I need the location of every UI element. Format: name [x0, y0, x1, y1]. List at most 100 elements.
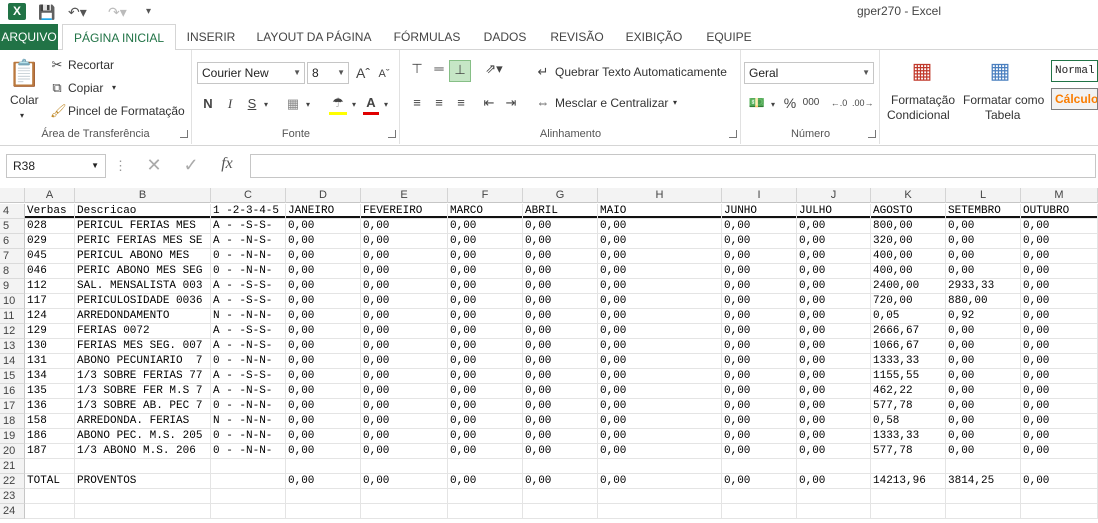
- cell-l5[interactable]: 0,00: [946, 219, 1021, 234]
- paste-dropdown-icon[interactable]: ▾: [20, 108, 24, 124]
- decrease-font-icon[interactable]: Aˇ: [377, 65, 391, 83]
- cell-m9[interactable]: 0,00: [1021, 279, 1098, 294]
- cell-j13[interactable]: 0,00: [797, 339, 871, 354]
- cell-d12[interactable]: 0,00: [286, 324, 361, 339]
- cell-k22[interactable]: 14213,96: [871, 474, 946, 489]
- formula-input[interactable]: [250, 154, 1096, 178]
- cell-d23[interactable]: [286, 489, 361, 504]
- cell-i18[interactable]: 0,00: [722, 414, 797, 429]
- cell-a14[interactable]: 131: [25, 354, 75, 369]
- cell-e9[interactable]: 0,00: [361, 279, 448, 294]
- paste-button[interactable]: Colar: [10, 92, 39, 108]
- cell-m15[interactable]: 0,00: [1021, 369, 1098, 384]
- merge-dropdown-icon[interactable]: ▾: [673, 95, 677, 111]
- font-size-select[interactable]: 8 ▼: [307, 62, 349, 84]
- row-header[interactable]: 22: [0, 474, 25, 489]
- cell-i4[interactable]: JUNHO: [722, 204, 797, 219]
- cell-k5[interactable]: 800,00: [871, 219, 946, 234]
- cell-b9[interactable]: SAL. MENSALISTA 003: [75, 279, 211, 294]
- cell-e19[interactable]: 0,00: [361, 429, 448, 444]
- cell-i12[interactable]: 0,00: [722, 324, 797, 339]
- cell-b4[interactable]: Descricao: [75, 204, 211, 219]
- cell-i24[interactable]: [722, 504, 797, 519]
- cell-c19[interactable]: 0 - -N-N-: [211, 429, 286, 444]
- tab-view[interactable]: EXIBIÇÃO: [620, 24, 688, 50]
- cell-h8[interactable]: 0,00: [598, 264, 722, 279]
- clipboard-launcher-icon[interactable]: [180, 130, 188, 138]
- cell-i14[interactable]: 0,00: [722, 354, 797, 369]
- cell-a17[interactable]: 136: [25, 399, 75, 414]
- cell-j18[interactable]: 0,00: [797, 414, 871, 429]
- cell-i8[interactable]: 0,00: [722, 264, 797, 279]
- paste-icon[interactable]: 📋: [8, 56, 40, 90]
- cell-c24[interactable]: [211, 504, 286, 519]
- cell-f5[interactable]: 0,00: [448, 219, 523, 234]
- cancel-icon[interactable]: ✕: [144, 156, 164, 174]
- cell-c11[interactable]: N - -N-N-: [211, 309, 286, 324]
- increase-font-icon[interactable]: Aˆ: [355, 64, 371, 82]
- cell-j22[interactable]: 0,00: [797, 474, 871, 489]
- cell-k19[interactable]: 1333,33: [871, 429, 946, 444]
- cell-h20[interactable]: 0,00: [598, 444, 722, 459]
- cell-e22[interactable]: 0,00: [361, 474, 448, 489]
- cell-k6[interactable]: 320,00: [871, 234, 946, 249]
- cell-c5[interactable]: A - -S-S-: [211, 219, 286, 234]
- cell-l6[interactable]: 0,00: [946, 234, 1021, 249]
- row-header[interactable]: 20: [0, 444, 25, 459]
- copy-button[interactable]: Copiar: [68, 80, 103, 96]
- tab-file[interactable]: ARQUIVO: [0, 24, 58, 50]
- cell-m23[interactable]: [1021, 489, 1098, 504]
- style-normal[interactable]: Normal: [1051, 60, 1098, 82]
- cell-k15[interactable]: 1155,55: [871, 369, 946, 384]
- cell-c10[interactable]: A - -S-S-: [211, 294, 286, 309]
- currency-icon[interactable]: 💵: [746, 94, 768, 112]
- cell-b7[interactable]: PERICUL ABONO MES: [75, 249, 211, 264]
- cell-g21[interactable]: [523, 459, 598, 474]
- cell-b21[interactable]: [75, 459, 211, 474]
- tab-review[interactable]: REVISÃO: [546, 24, 608, 50]
- cell-i7[interactable]: 0,00: [722, 249, 797, 264]
- cell-c18[interactable]: N - -N-N-: [211, 414, 286, 429]
- fill-color-icon[interactable]: ☂: [329, 94, 347, 115]
- cell-e17[interactable]: 0,00: [361, 399, 448, 414]
- cell-f15[interactable]: 0,00: [448, 369, 523, 384]
- cell-a16[interactable]: 135: [25, 384, 75, 399]
- cell-b17[interactable]: 1/3 SOBRE AB. PEC 7: [75, 399, 211, 414]
- cell-b13[interactable]: FERIAS MES SEG. 007: [75, 339, 211, 354]
- cell-a13[interactable]: 130: [25, 339, 75, 354]
- currency-dropdown-icon[interactable]: ▾: [768, 96, 778, 114]
- cell-g5[interactable]: 0,00: [523, 219, 598, 234]
- cell-b8[interactable]: PERIC ABONO MES SEG: [75, 264, 211, 279]
- fill-color-dropdown-icon[interactable]: ▾: [349, 96, 359, 114]
- cell-b5[interactable]: PERICUL FERIAS MES: [75, 219, 211, 234]
- cell-k16[interactable]: 462,22: [871, 384, 946, 399]
- cell-f10[interactable]: 0,00: [448, 294, 523, 309]
- cell-l4[interactable]: SETEMBRO: [946, 204, 1021, 219]
- style-calculation[interactable]: Cálculo: [1051, 88, 1098, 110]
- cell-h18[interactable]: 0,00: [598, 414, 722, 429]
- cell-m7[interactable]: 0,00: [1021, 249, 1098, 264]
- cell-e5[interactable]: 0,00: [361, 219, 448, 234]
- cell-f7[interactable]: 0,00: [448, 249, 523, 264]
- cell-g16[interactable]: 0,00: [523, 384, 598, 399]
- cell-d20[interactable]: 0,00: [286, 444, 361, 459]
- cell-m4[interactable]: OUTUBRO: [1021, 204, 1098, 219]
- cell-g19[interactable]: 0,00: [523, 429, 598, 444]
- cell-i6[interactable]: 0,00: [722, 234, 797, 249]
- cell-d17[interactable]: 0,00: [286, 399, 361, 414]
- cell-d21[interactable]: [286, 459, 361, 474]
- cell-m20[interactable]: 0,00: [1021, 444, 1098, 459]
- cell-k12[interactable]: 2666,67: [871, 324, 946, 339]
- cell-h9[interactable]: 0,00: [598, 279, 722, 294]
- row-header[interactable]: 16: [0, 384, 25, 399]
- bold-button[interactable]: N: [201, 95, 215, 113]
- cell-l22[interactable]: 3814,25: [946, 474, 1021, 489]
- cell-f19[interactable]: 0,00: [448, 429, 523, 444]
- cell-k23[interactable]: [871, 489, 946, 504]
- cell-c23[interactable]: [211, 489, 286, 504]
- cell-a6[interactable]: 029: [25, 234, 75, 249]
- row-header[interactable]: 8: [0, 264, 25, 279]
- row-header[interactable]: 13: [0, 339, 25, 354]
- cell-h10[interactable]: 0,00: [598, 294, 722, 309]
- cell-h19[interactable]: 0,00: [598, 429, 722, 444]
